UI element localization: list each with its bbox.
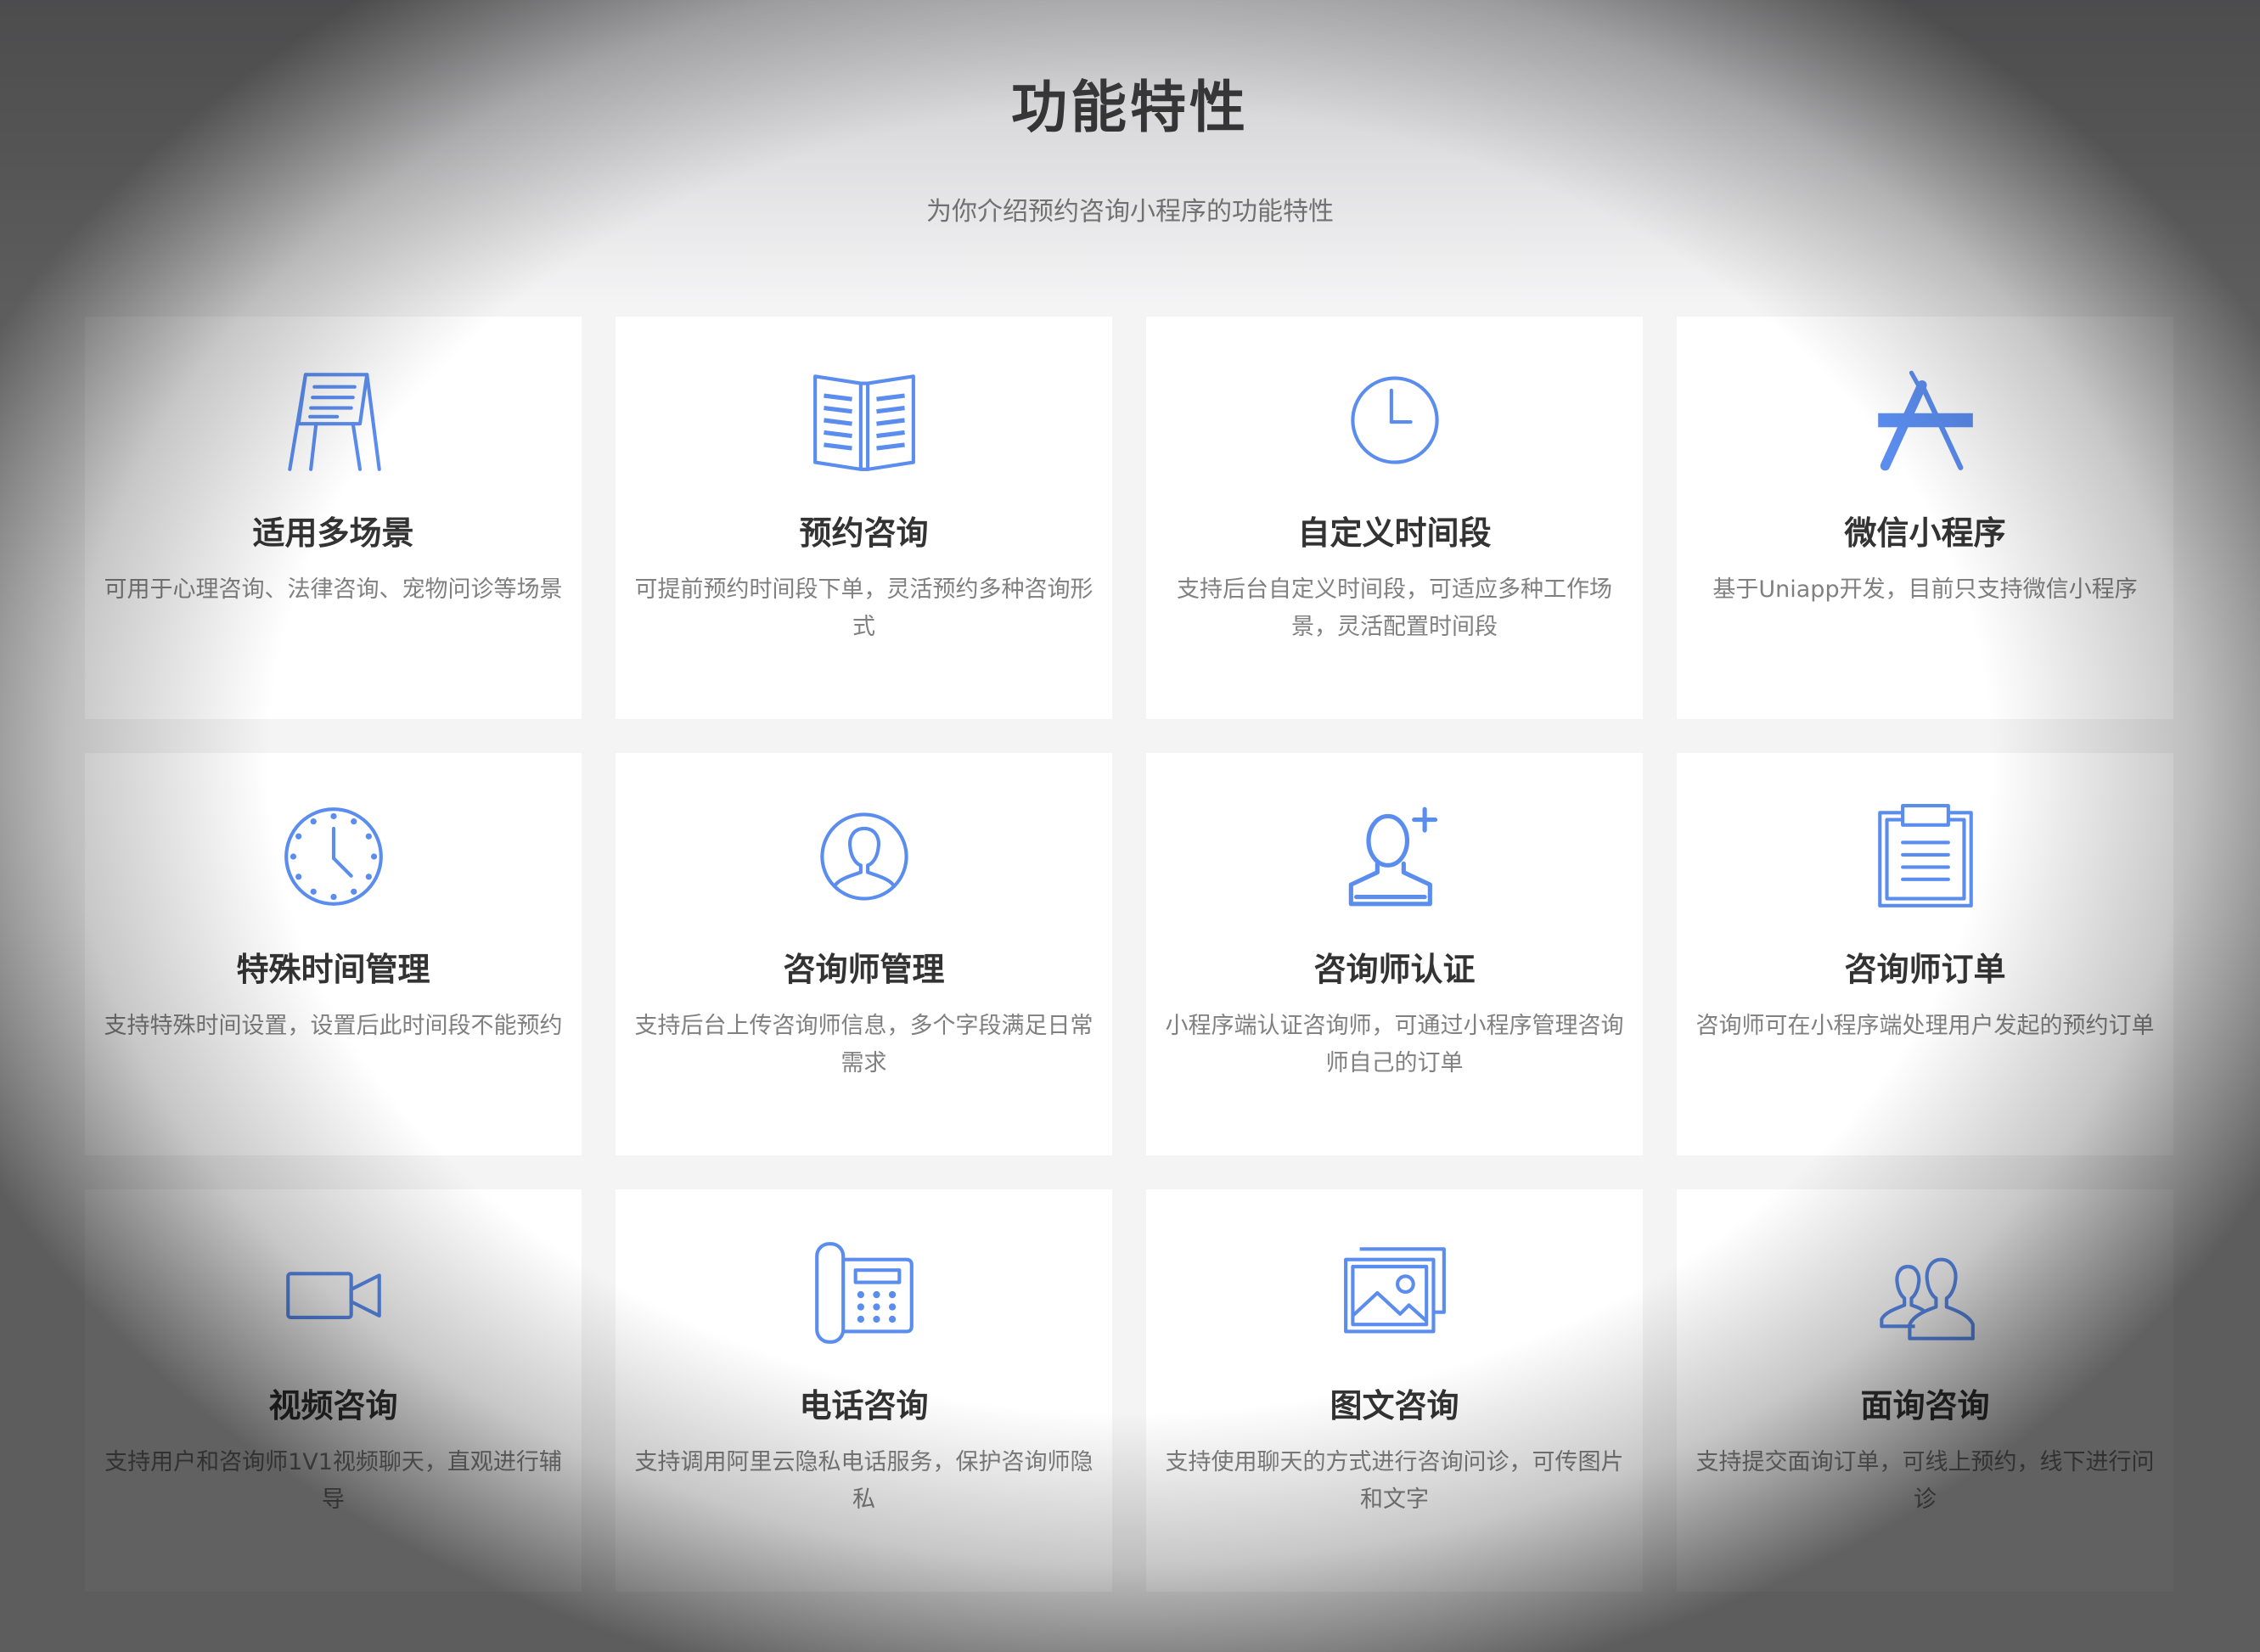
feature-card: 特殊时间管理 支持特殊时间设置，设置后此时间段不能预约 [85,753,582,1155]
feature-title: 特殊时间管理 [236,951,430,988]
clock-icon [1342,368,1448,473]
book-icon [812,368,917,473]
telephone-icon [812,1240,917,1346]
feature-card: 预约咨询 可提前预约时间段下单，灵活预约多种咨询形式 [616,317,1112,719]
feature-desc: 支持后台自定义时间段，可适应多种工作场景，灵活配置时间段 [1177,576,1612,640]
feature-title: 适用多场景 [252,514,414,552]
section-header: 功能特性 为你介绍预约咨询小程序的功能特性 [0,61,2260,229]
easel-icon [281,368,386,473]
feature-card: 自定义时间段 支持后台自定义时间段，可适应多种工作场景，灵活配置时间段 [1146,317,1643,719]
feature-card: 适用多场景 可用于心理咨询、法律咨询、宠物问诊等场景 [85,317,582,719]
feature-desc: 咨询师可在小程序端处理用户发起的预约订单 [1695,1013,2155,1039]
feature-card: 咨询师认证 小程序端认证咨询师，可通过小程序管理咨询师自己的订单 [1146,753,1643,1155]
video-camera-icon [281,1240,386,1346]
feature-desc: 可提前预约时间段下单，灵活预约多种咨询形式 [634,576,1093,640]
feature-card: 视频咨询 支持用户和咨询师1V1视频聊天，直观进行辅导 [85,1189,582,1592]
feature-title: 咨询师订单 [1844,951,2006,988]
add-user-icon [1342,804,1448,909]
feature-desc: 支持使用聊天的方式进行咨询问诊，可传图片和文字 [1165,1449,1624,1513]
feature-title: 面询咨询 [1860,1387,1990,1424]
clipboard-icon [1873,804,1978,909]
feature-title: 电话咨询 [799,1387,929,1424]
page-title: 功能特性 [1011,75,1249,140]
feature-card: 咨询师订单 咨询师可在小程序端处理用户发起的预约订单 [1677,753,2173,1155]
feature-card: 微信小程序 基于Uniapp开发，目前只支持微信小程序 [1677,317,2173,719]
feature-desc: 支持特殊时间设置，设置后此时间段不能预约 [104,1013,563,1039]
feature-desc: 基于Uniapp开发，目前只支持微信小程序 [1712,576,2138,603]
feature-title: 图文咨询 [1330,1387,1459,1424]
feature-card: 面询咨询 支持提交面询订单，可线上预约，线下进行问诊 [1677,1189,2173,1592]
feature-desc: 支持用户和咨询师1V1视频聊天，直观进行辅导 [104,1449,562,1513]
wall-clock-icon [281,804,386,909]
feature-title: 预约咨询 [799,514,929,552]
feature-title: 自定义时间段 [1297,514,1492,552]
feature-card: 图文咨询 支持使用聊天的方式进行咨询问诊，可传图片和文字 [1146,1189,1643,1592]
feature-card: 咨询师管理 支持后台上传咨询师信息，多个字段满足日常需求 [616,753,1112,1155]
feature-title: 微信小程序 [1844,514,2006,552]
feature-title: 咨询师认证 [1313,951,1476,988]
feature-desc: 支持调用阿里云隐私电话服务，保护咨询师隐私 [634,1449,1093,1513]
feature-desc: 可用于心理咨询、法律咨询、宠物问诊等场景 [104,576,563,603]
feature-title: 视频咨询 [268,1387,398,1424]
user-circle-icon [812,804,917,909]
image-icon [1342,1240,1448,1346]
feature-desc: 小程序端认证咨询师，可通过小程序管理咨询师自己的订单 [1165,1013,1624,1076]
feature-card: 电话咨询 支持调用阿里云隐私电话服务，保护咨询师隐私 [616,1189,1112,1592]
feature-desc: 支持后台上传咨询师信息，多个字段满足日常需求 [634,1013,1093,1076]
feature-desc: 支持提交面询订单，可线上预约，线下进行问诊 [1695,1449,2155,1513]
page-subtitle: 为你介绍预约咨询小程序的功能特性 [926,197,1334,227]
feature-grid: 适用多场景 可用于心理咨询、法律咨询、宠物问诊等场景 预约咨询 可提前预约时间段… [85,317,2173,1592]
app-store-icon [1873,368,1978,473]
feature-title: 咨询师管理 [783,951,945,988]
users-icon [1873,1240,1978,1346]
